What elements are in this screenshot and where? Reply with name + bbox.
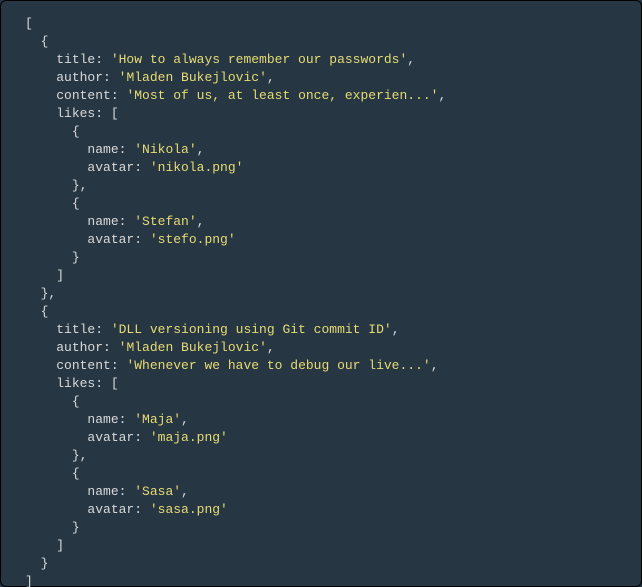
code-token: name: bbox=[87, 484, 134, 499]
code-line: { bbox=[25, 466, 80, 481]
code-block: [ { title: 'How to always remember our p… bbox=[1, 1, 641, 587]
code-line: { bbox=[25, 196, 80, 211]
code-line: avatar: 'sasa.png' bbox=[25, 502, 228, 517]
code-line: }, bbox=[25, 178, 87, 193]
code-token: , bbox=[267, 70, 275, 85]
code-token: [ bbox=[25, 16, 33, 31]
code-token: 'nikola.png' bbox=[150, 160, 244, 175]
code-token: }, bbox=[41, 286, 57, 301]
code-line: likes: [ bbox=[25, 376, 119, 391]
code-line: ] bbox=[25, 268, 64, 283]
code-token: avatar: bbox=[87, 430, 149, 445]
code-token: } bbox=[72, 520, 80, 535]
code-token: 'DLL versioning using Git commit ID' bbox=[111, 322, 392, 337]
code-token: 'Sasa' bbox=[134, 484, 181, 499]
code-line: title: 'DLL versioning using Git commit … bbox=[25, 322, 400, 337]
code-token: likes: bbox=[56, 106, 111, 121]
code-line: name: 'Stefan', bbox=[25, 214, 204, 229]
code-line: avatar: 'nikola.png' bbox=[25, 160, 243, 175]
code-token: ] bbox=[56, 268, 64, 283]
code-token: { bbox=[72, 124, 80, 139]
code-token: name: bbox=[87, 214, 134, 229]
code-token: { bbox=[72, 196, 80, 211]
code-token: likes: bbox=[56, 376, 111, 391]
code-token: , bbox=[181, 412, 189, 427]
code-line: avatar: 'stefo.png' bbox=[25, 232, 236, 247]
code-line: name: 'Sasa', bbox=[25, 484, 189, 499]
code-line: ] bbox=[25, 574, 33, 587]
code-line: ] bbox=[25, 538, 64, 553]
code-line: { bbox=[25, 34, 48, 49]
code-token: 'sasa.png' bbox=[150, 502, 228, 517]
code-token: 'Nikola' bbox=[134, 142, 196, 157]
code-token: content: bbox=[56, 88, 126, 103]
code-token: { bbox=[41, 304, 49, 319]
code-line: name: 'Nikola', bbox=[25, 142, 204, 157]
code-line: likes: [ bbox=[25, 106, 119, 121]
code-token: 'stefo.png' bbox=[150, 232, 236, 247]
code-line: { bbox=[25, 394, 80, 409]
code-line: content: 'Most of us, at least once, exp… bbox=[25, 88, 446, 103]
code-token: 'Mladen Bukejlovic' bbox=[119, 70, 267, 85]
code-line: { bbox=[25, 304, 48, 319]
code-token: }, bbox=[72, 448, 88, 463]
code-token: , bbox=[407, 52, 415, 67]
code-token: name: bbox=[87, 412, 134, 427]
code-token: 'Stefan' bbox=[134, 214, 196, 229]
code-token: , bbox=[439, 88, 447, 103]
code-token: content: bbox=[56, 358, 126, 373]
code-token: 'Maja' bbox=[134, 412, 181, 427]
code-token: [ bbox=[111, 376, 119, 391]
code-line: avatar: 'maja.png' bbox=[25, 430, 228, 445]
code-token: 'Whenever we have to debug our live...' bbox=[126, 358, 430, 373]
code-line: [ bbox=[25, 16, 33, 31]
code-line: { bbox=[25, 124, 80, 139]
code-line: } bbox=[25, 520, 80, 535]
code-token: 'Most of us, at least once, experien...' bbox=[126, 88, 438, 103]
code-line: }, bbox=[25, 286, 56, 301]
code-token: [ bbox=[111, 106, 119, 121]
code-line: title: 'How to always remember our passw… bbox=[25, 52, 415, 67]
code-line: name: 'Maja', bbox=[25, 412, 189, 427]
code-token: , bbox=[431, 358, 439, 373]
code-token: avatar: bbox=[87, 160, 149, 175]
code-token: { bbox=[72, 394, 80, 409]
code-token: } bbox=[41, 556, 49, 571]
code-token: name: bbox=[87, 142, 134, 157]
code-token: , bbox=[197, 142, 205, 157]
code-token: , bbox=[197, 214, 205, 229]
code-token: title: bbox=[56, 322, 111, 337]
code-token: { bbox=[72, 466, 80, 481]
code-token: }, bbox=[72, 178, 88, 193]
code-line: }, bbox=[25, 448, 87, 463]
code-token: avatar: bbox=[87, 232, 149, 247]
code-token: title: bbox=[56, 52, 111, 67]
code-token: 'maja.png' bbox=[150, 430, 228, 445]
code-token: 'Mladen Bukejlovic' bbox=[119, 340, 267, 355]
code-token: author: bbox=[56, 340, 118, 355]
code-line: } bbox=[25, 556, 48, 571]
code-token: avatar: bbox=[87, 502, 149, 517]
code-token: author: bbox=[56, 70, 118, 85]
code-line: } bbox=[25, 250, 80, 265]
code-token: ] bbox=[56, 538, 64, 553]
code-token: { bbox=[41, 34, 49, 49]
code-token: , bbox=[181, 484, 189, 499]
code-token: , bbox=[267, 340, 275, 355]
code-token: } bbox=[72, 250, 80, 265]
code-token: ] bbox=[25, 574, 33, 587]
code-token: , bbox=[392, 322, 400, 337]
code-line: content: 'Whenever we have to debug our … bbox=[25, 358, 439, 373]
code-line: author: 'Mladen Bukejlovic', bbox=[25, 340, 275, 355]
code-line: author: 'Mladen Bukejlovic', bbox=[25, 70, 275, 85]
code-token: 'How to always remember our passwords' bbox=[111, 52, 407, 67]
